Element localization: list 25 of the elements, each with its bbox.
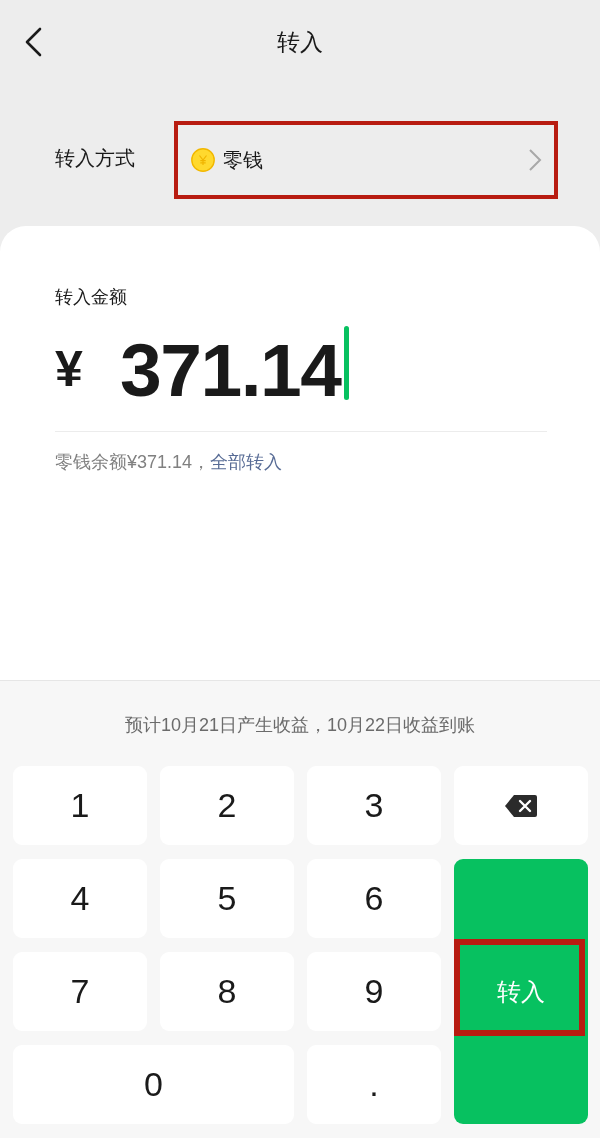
field-label: 转入方式 [55, 146, 136, 171]
digit-key[interactable]: 6 [307, 859, 441, 938]
coin-icon [191, 148, 215, 172]
digit-key[interactable]: 3 [307, 766, 441, 845]
amount-field[interactable]: ¥ 371.14 [55, 310, 547, 432]
transfer-all-link[interactable]: 全部转入 [210, 452, 283, 472]
currency-symbol: ¥ [55, 344, 84, 394]
earnings-hint: 预计10月21日产生收益，10月22日收益到账 [123, 714, 477, 737]
payment-method-selector[interactable]: 零钱 [174, 121, 558, 199]
digit-key[interactable]: 4 [13, 859, 147, 938]
digit-key[interactable]: 9 [307, 952, 441, 1031]
digit-key[interactable]: 0 [13, 1045, 294, 1124]
page-title: 转入 [277, 29, 323, 55]
decimal-point-key[interactable]: . [307, 1045, 441, 1124]
backspace-icon [504, 793, 538, 818]
amount-label: 转入金额 [55, 286, 128, 309]
digit-key[interactable]: 7 [13, 952, 147, 1031]
balance-text: 零钱余额¥371.14，全部转入 [55, 451, 284, 474]
backspace-key[interactable] [454, 766, 588, 845]
digit-key[interactable]: 2 [160, 766, 294, 845]
digit-key[interactable]: 5 [160, 859, 294, 938]
chevron-right-icon [528, 149, 542, 171]
amount-value: 371.14 [120, 333, 341, 408]
digit-key[interactable]: 1 [13, 766, 147, 845]
digit-key[interactable]: 8 [160, 952, 294, 1031]
